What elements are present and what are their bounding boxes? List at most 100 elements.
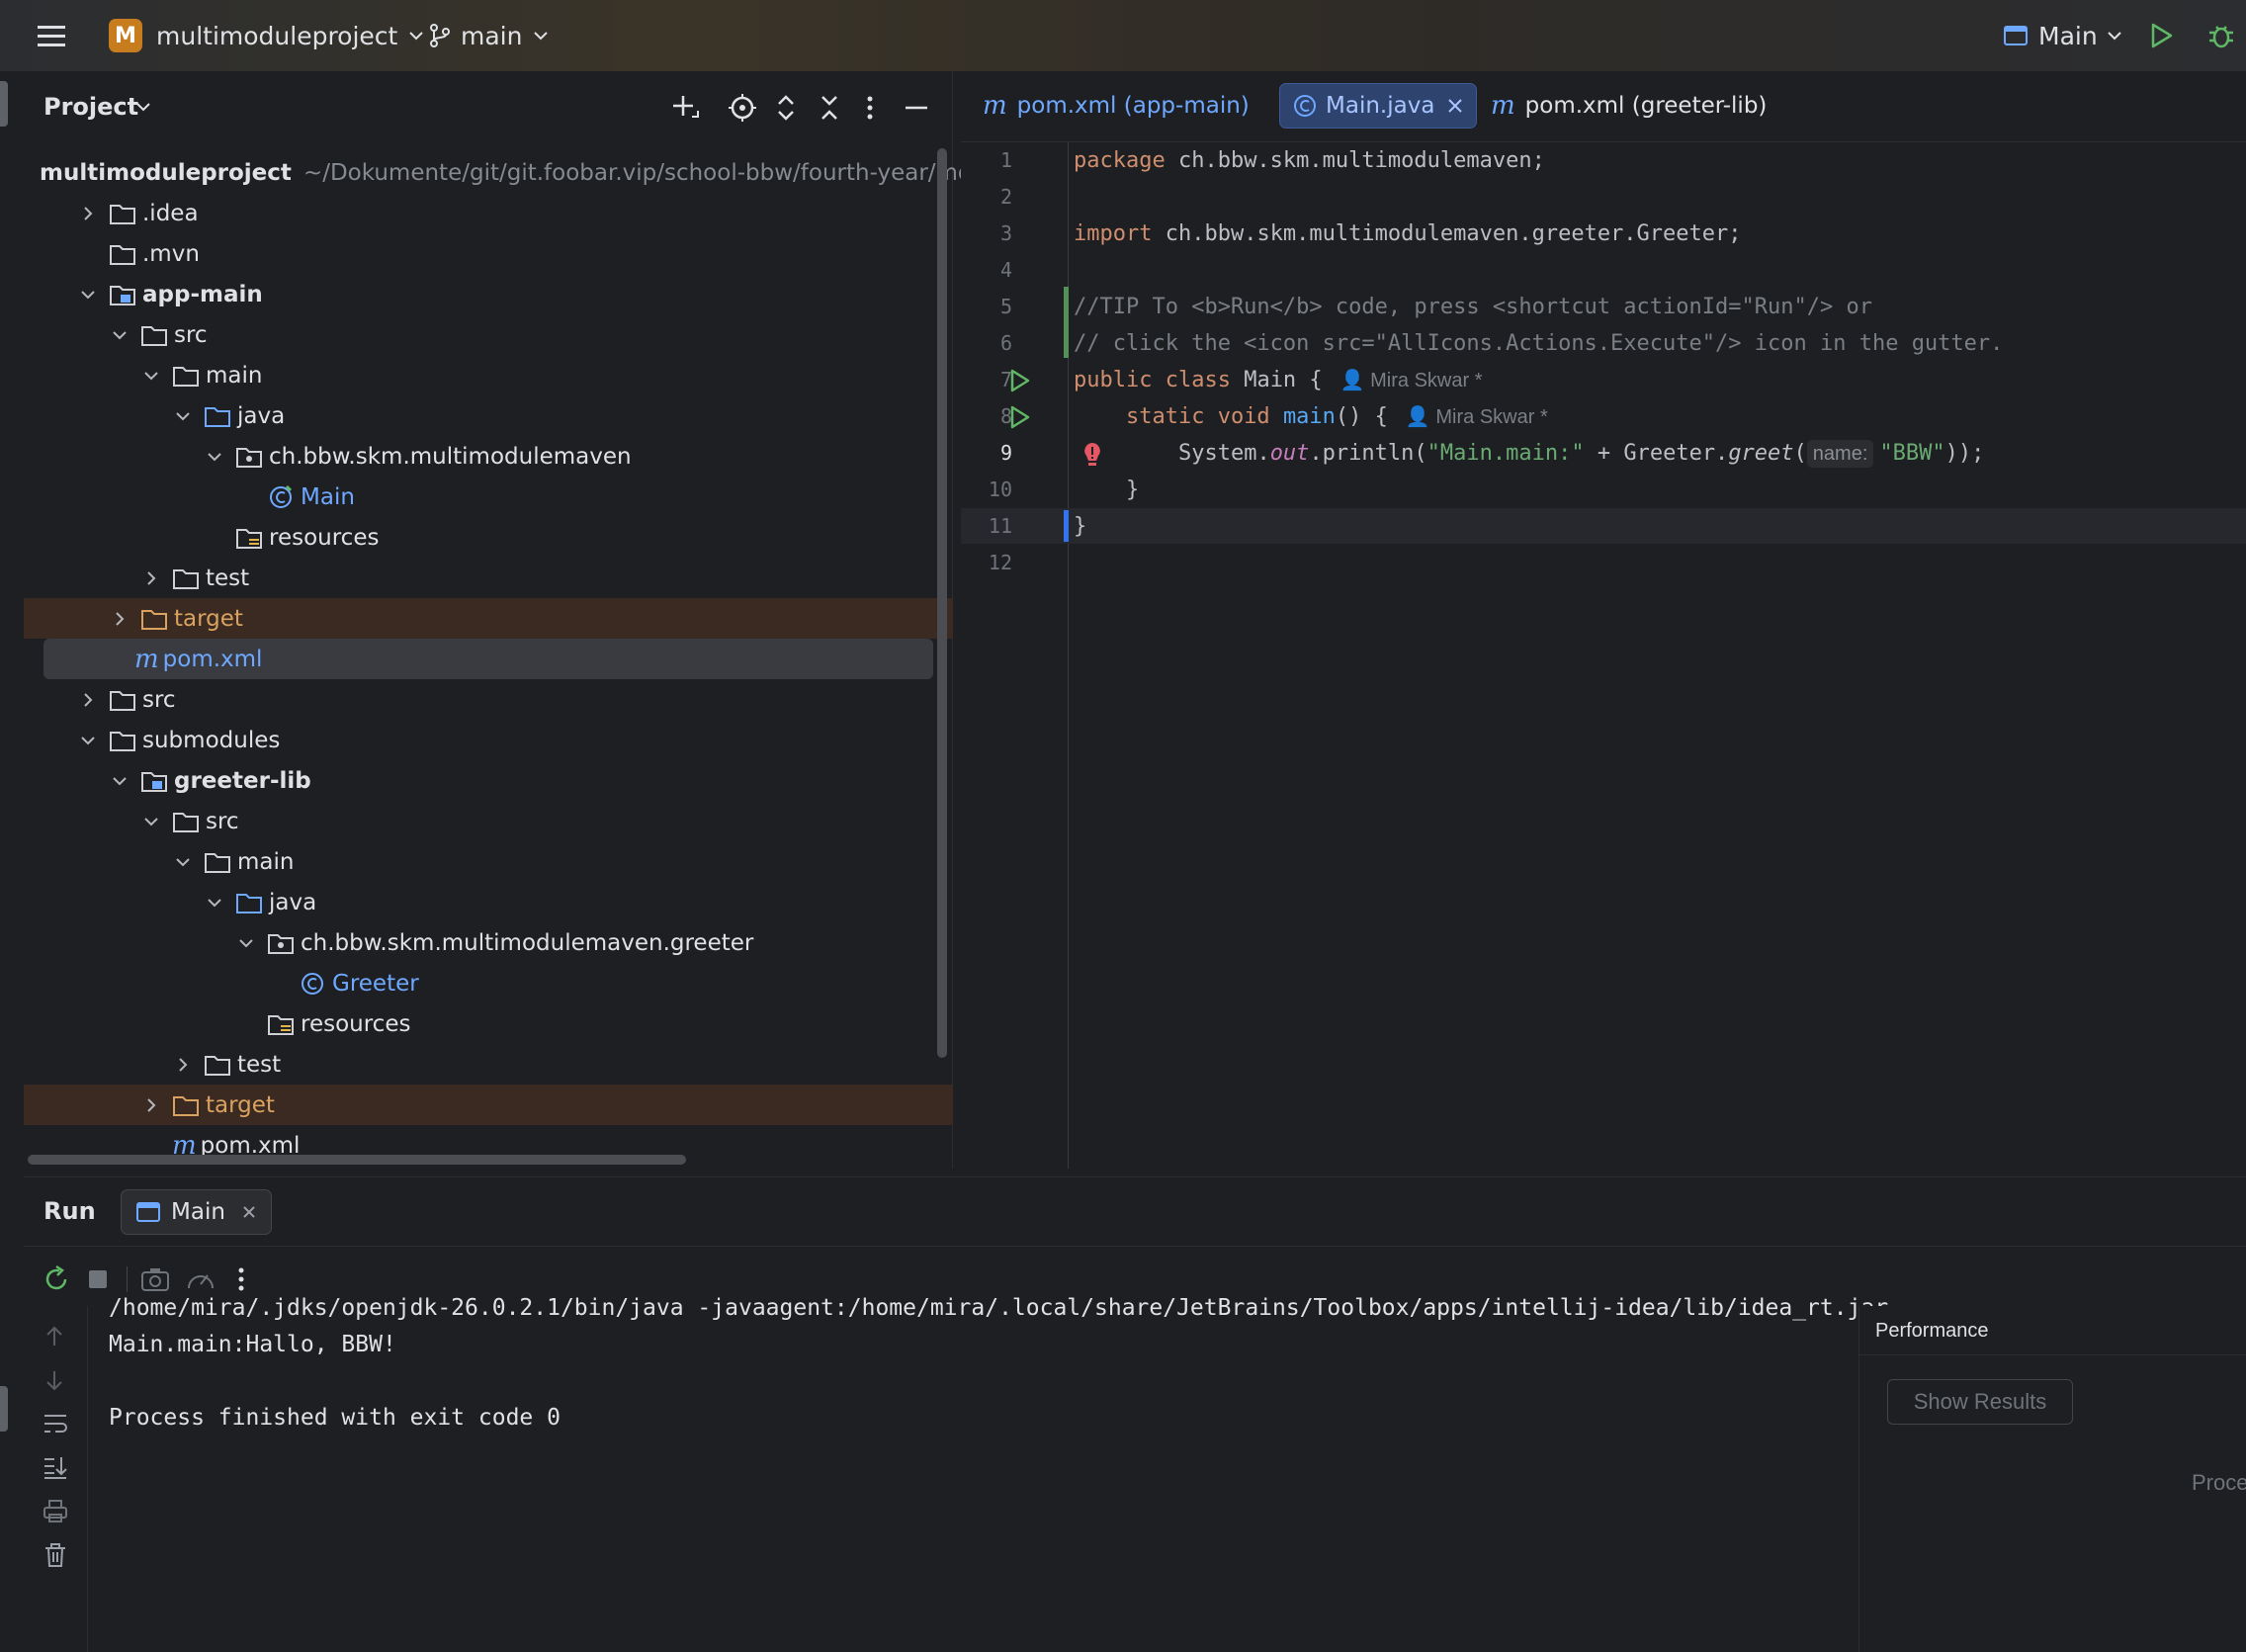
arrow-up-icon[interactable] [42,1324,67,1349]
chevron-down-icon[interactable] [204,446,225,468]
chevron-down-icon[interactable] [204,892,225,913]
chevron-down-icon[interactable] [77,730,99,751]
vertical-scrollbar[interactable] [937,148,947,1058]
code-line-8[interactable]: static void main() {👤 Mira Skwar * [1074,398,1548,435]
tree-item-test[interactable]: test [24,558,953,598]
tree-item-src[interactable]: src [24,801,953,841]
minimize-icon[interactable] [904,93,929,123]
close-icon[interactable] [1446,97,1464,115]
code-line-9[interactable]: System.out.println("Main.main:" + Greete… [1074,435,1984,472]
code-line-6[interactable]: // click the <icon src="AllIcons.Actions… [1074,325,2003,362]
tree-item-main[interactable]: main [24,355,953,395]
chevron-down-icon[interactable] [140,811,162,832]
expand-all-icon[interactable] [773,93,799,123]
tree-item-resources[interactable]: resources [24,517,953,558]
code-line-11[interactable]: } [1074,508,1086,545]
camera-icon[interactable] [140,1266,170,1292]
chevron-right-icon[interactable] [140,1094,162,1116]
profiler-icon[interactable] [186,1266,216,1292]
chevron-right-icon[interactable] [77,203,99,224]
chevron-down-icon[interactable] [132,96,154,118]
tree-item-idea[interactable]: .idea [24,193,953,233]
add-icon[interactable] [670,93,700,123]
tree-item-app-main[interactable]: app-main [24,274,953,314]
tree-item-target[interactable]: target [24,1085,953,1125]
chevron-down-icon [2107,32,2121,41]
code-text: () { [1335,404,1388,429]
run-tab-main[interactable]: Main [121,1189,272,1235]
tree-label: Main [301,483,355,510]
code-line-5[interactable]: //TIP To <b>Run</b> code, press <shortcu… [1074,289,1872,325]
line-number: 1 [999,148,1012,172]
branch-switcher[interactable]: main [427,0,552,71]
tree-item-mvn[interactable]: .mvn [24,233,953,274]
tab-pom-greeter-lib[interactable]: m pom.xml (greeter-lib) [1479,83,1778,129]
horizontal-scrollbar[interactable] [28,1155,686,1165]
tree-label: main [237,848,295,875]
stop-icon[interactable] [87,1268,109,1290]
run-button[interactable] [2147,0,2175,71]
tree-item-pom-xml-selected[interactable]: m pom.xml [43,639,933,679]
locate-icon[interactable] [728,93,757,123]
run-config-selector[interactable]: Main [2003,0,2125,71]
scroll-to-end-icon[interactable] [42,1454,69,1480]
run-gutter-icon[interactable] [1006,368,1032,393]
chevron-down-icon[interactable] [172,405,194,427]
code-line-7[interactable]: public class Main {👤 Mira Skwar * [1074,362,1483,398]
tree-item-resources[interactable]: resources [24,1003,953,1044]
debug-button[interactable] [2206,0,2236,71]
tree-item-java[interactable]: java [24,882,953,922]
tree-item-package[interactable]: ch.bbw.skm.multimodulemaven.greeter [24,922,953,963]
bug-icon [2209,26,2233,48]
line-number: 10 [988,478,1012,501]
project-panel-title[interactable]: Project [43,93,138,121]
tab-main-java[interactable]: Main.java [1279,83,1478,129]
main-menu-button[interactable] [36,0,67,71]
trash-icon[interactable] [42,1541,69,1569]
run-gutter-icon[interactable] [1006,404,1032,430]
tree-item-greeter-class[interactable]: Greeter [24,963,953,1003]
tree-item-submodules[interactable]: submodules [24,720,953,760]
excluded-folder-icon [173,1095,199,1116]
chevron-down-icon[interactable] [172,851,194,873]
tree-label: .idea [142,200,199,226]
rerun-icon[interactable] [42,1264,71,1294]
tree-item-greeter-lib[interactable]: greeter-lib [24,760,953,801]
tree-item-root[interactable]: multimoduleproject ~/Dokumente/git/git.f… [24,152,972,193]
tree-label: Greeter [332,970,419,997]
tree-item-target[interactable]: target [24,598,953,639]
chevron-right-icon[interactable] [140,567,162,589]
branch-name: main [461,21,523,50]
tree-item-package[interactable]: ch.bbw.skm.multimodulemaven [24,436,953,477]
print-icon[interactable] [42,1498,69,1523]
code-line-1[interactable]: package ch.bbw.skm.multimodulemaven; [1074,142,1545,179]
collapse-all-icon[interactable] [817,93,842,123]
java-class-icon [1294,95,1316,117]
tree-item-main[interactable]: main [24,841,953,882]
more-options-icon[interactable] [864,93,876,123]
tree-item-src[interactable]: src [24,679,953,720]
project-switcher[interactable]: M multimoduleproject [109,0,427,71]
chevron-down-icon[interactable] [109,324,130,346]
tree-item-main-class[interactable]: Main [24,477,953,517]
tree-item-test[interactable]: test [24,1044,953,1085]
code-line-3[interactable]: import ch.bbw.skm.multimodulemaven.greet… [1074,216,1742,252]
code-static-method: greet [1728,441,1794,466]
chevron-right-icon[interactable] [77,689,99,711]
tree-item-src[interactable]: src [24,314,953,355]
soft-wrap-icon[interactable] [42,1411,69,1436]
show-results-button[interactable]: Show Results [1887,1379,2073,1425]
tree-label: resources [301,1010,411,1037]
chevron-right-icon[interactable] [172,1054,194,1076]
chevron-down-icon[interactable] [109,770,130,792]
close-icon[interactable] [241,1204,257,1220]
arrow-down-icon[interactable] [42,1367,67,1393]
chevron-down-icon[interactable] [140,365,162,387]
tab-pom-app-main[interactable]: m pom.xml (app-main) [971,83,1261,129]
chevron-down-icon[interactable] [235,932,257,954]
code-line-10[interactable]: } [1074,472,1139,508]
tree-item-java[interactable]: java [24,395,953,436]
chevron-down-icon[interactable] [77,284,99,305]
chevron-right-icon[interactable] [109,608,130,630]
console-exit-line: Process finished with exit code 0 [109,1405,561,1431]
